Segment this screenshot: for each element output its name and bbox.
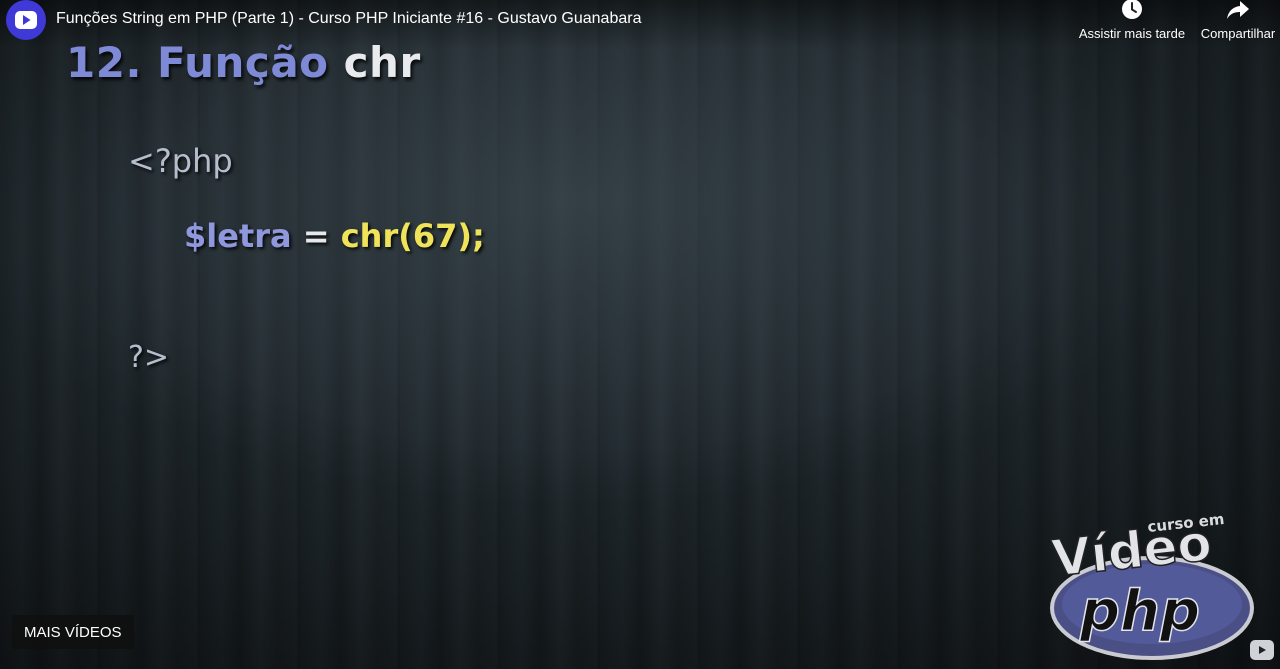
play-triangle-icon	[1259, 646, 1266, 654]
slide-title: 12. Função chr	[66, 38, 421, 87]
code-statement: $letra = chr(67);	[184, 217, 485, 255]
logo-php-text: php	[1079, 579, 1200, 644]
code-function-call: chr(67);	[340, 217, 485, 255]
code-operator: =	[302, 217, 330, 255]
share-button[interactable]: Compartilhar	[1196, 0, 1280, 46]
more-videos-button[interactable]: MAIS VÍDEOS	[12, 615, 134, 649]
share-label: Compartilhar	[1200, 26, 1276, 41]
watch-later-button[interactable]: Assistir mais tarde	[1070, 0, 1194, 46]
channel-avatar[interactable]	[6, 0, 46, 40]
video-title-link[interactable]: Funções String em PHP (Parte 1) - Curso …	[56, 10, 641, 28]
clock-icon	[1122, 0, 1142, 19]
play-logo-icon	[15, 11, 37, 29]
slide-title-prefix: 12. Função	[66, 38, 329, 87]
slide-title-function: chr	[343, 38, 421, 87]
youtube-watch-on-icon[interactable]	[1250, 640, 1274, 660]
code-php-close-tag: ?>	[128, 340, 170, 375]
watch-later-label: Assistir mais tarde	[1078, 26, 1186, 41]
curso-em-video-php-logo: curso em Vídeo php	[1048, 512, 1254, 660]
code-variable: $letra	[184, 217, 292, 255]
share-arrow-icon	[1227, 1, 1249, 19]
code-php-open-tag: <?php	[128, 142, 233, 180]
